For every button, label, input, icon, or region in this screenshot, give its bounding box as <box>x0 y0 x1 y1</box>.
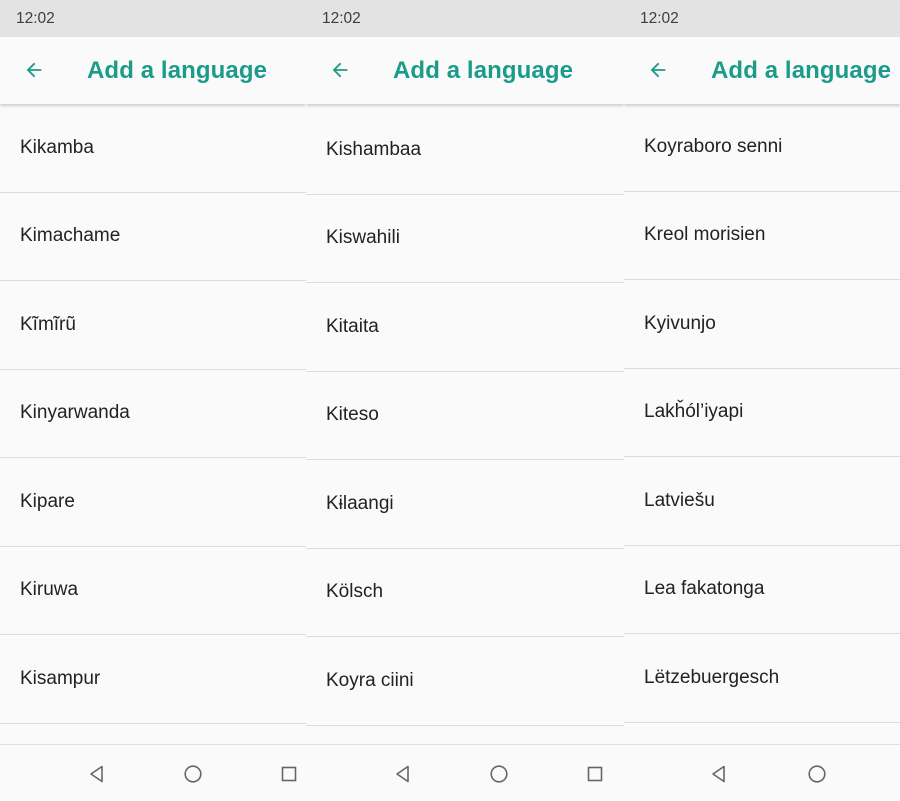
app-bar: Add a language <box>624 37 900 104</box>
screen-1: 12:02 Add a language Kikamba Kimachame K… <box>0 0 306 801</box>
language-item[interactable]: Lëtzebuergesch <box>624 634 900 723</box>
nav-back-button[interactable] <box>86 763 108 785</box>
nav-recents-button[interactable] <box>278 763 300 785</box>
status-bar: 12:02 <box>306 0 624 37</box>
page-title: Add a language <box>711 57 892 84</box>
language-item[interactable]: Kipare <box>0 458 306 547</box>
language-item[interactable]: Kiteso <box>306 371 624 460</box>
nav-home-button[interactable] <box>806 763 828 785</box>
nav-back-icon <box>90 765 103 783</box>
navigation-bar <box>306 744 624 801</box>
nav-recents-button[interactable] <box>584 763 606 785</box>
language-item[interactable]: Latviešu <box>624 457 900 546</box>
language-item[interactable]: Kiruwa <box>0 546 306 635</box>
language-item[interactable]: Kikamba <box>0 104 306 193</box>
language-item[interactable]: Lakȟól’iyapi <box>624 368 900 457</box>
nav-home-icon <box>808 765 826 783</box>
language-item[interactable]: Kishambaa <box>306 106 624 195</box>
language-item[interactable]: Kreol morisien <box>624 191 900 280</box>
language-item[interactable]: Kitaita <box>306 283 624 372</box>
nav-back-icon <box>712 765 725 783</box>
nav-home-icon <box>184 765 202 783</box>
nav-back-button[interactable] <box>708 763 730 785</box>
app-bar: Add a language <box>0 37 306 104</box>
app-bar: Add a language <box>306 37 624 104</box>
nav-recents-icon <box>587 766 603 782</box>
nav-home-button[interactable] <box>182 763 204 785</box>
language-list: Kishambaa Kiswahili Kitaita Kiteso Kɨlaa… <box>306 106 624 726</box>
language-item[interactable]: Kimachame <box>0 192 306 281</box>
arrow-left-icon <box>26 62 42 78</box>
back-button[interactable] <box>325 55 355 85</box>
page-title: Add a language <box>87 57 268 84</box>
status-time: 12:02 <box>322 10 361 27</box>
status-time: 12:02 <box>640 10 679 27</box>
nav-home-icon <box>490 765 508 783</box>
language-list: Koyraboro senni Kreol morisien Kyivunjo … <box>624 103 900 723</box>
language-item[interactable]: Lea fakatonga <box>624 545 900 634</box>
language-item[interactable]: Kiswahili <box>306 194 624 283</box>
screen-3: 12:02 Add a language Koyraboro senni Kre… <box>624 0 900 801</box>
back-button[interactable] <box>643 55 673 85</box>
language-item[interactable]: Kĩmĩrũ <box>0 281 306 370</box>
nav-back-icon <box>396 765 409 783</box>
navigation-bar <box>0 744 306 801</box>
arrow-left-icon <box>332 62 348 78</box>
language-item[interactable]: Kinyarwanda <box>0 369 306 458</box>
language-item[interactable]: Kɨlaangi <box>306 460 624 549</box>
nav-back-button[interactable] <box>392 763 414 785</box>
screen-2: 12:02 Add a language Kishambaa Kiswahili… <box>306 0 624 801</box>
arrow-left-icon <box>650 62 666 78</box>
back-button[interactable] <box>19 55 49 85</box>
language-item[interactable]: Koyraboro senni <box>624 103 900 192</box>
status-bar: 12:02 <box>624 0 900 37</box>
language-item[interactable]: Kisampur <box>0 635 306 724</box>
status-time: 12:02 <box>16 10 55 27</box>
language-item[interactable]: Kyivunjo <box>624 280 900 369</box>
nav-home-button[interactable] <box>488 763 510 785</box>
language-item[interactable]: Koyra ciini <box>306 637 624 726</box>
nav-recents-icon <box>281 766 297 782</box>
navigation-bar <box>624 744 900 801</box>
language-list: Kikamba Kimachame Kĩmĩrũ Kinyarwanda Kip… <box>0 104 306 724</box>
language-item[interactable]: Kölsch <box>306 548 624 637</box>
status-bar: 12:02 <box>0 0 306 37</box>
page-title: Add a language <box>393 57 574 84</box>
